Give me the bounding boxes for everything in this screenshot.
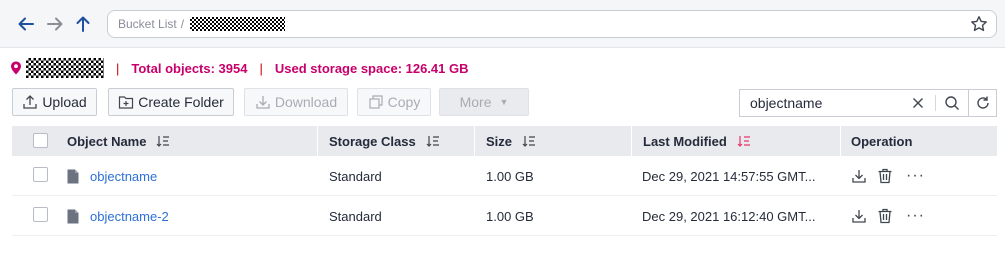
trash-icon [878,168,892,184]
download-icon [852,210,866,223]
object-name-link[interactable]: objectname-2 [67,196,169,236]
sort-icon[interactable] [522,135,536,147]
arrow-right-icon [47,17,63,31]
used-storage: Used storage space: 126.41 GB [274,60,469,76]
forward-button[interactable] [45,13,65,35]
breadcrumb-separator: / [180,17,185,31]
breadcrumb-bucket-list[interactable]: Bucket List [118,17,177,31]
column-divider [631,126,632,156]
search-input[interactable] [740,90,900,116]
download-label: Download [274,94,338,110]
separator: | [116,60,120,76]
copy-button[interactable]: Copy [357,88,431,116]
object-name: objectname [90,168,158,184]
storage-class-cell: Standard [329,208,382,224]
create-folder-button[interactable]: Create Folder [108,88,234,116]
last-modified-cell: Dec 29, 2021 14:57:55 GMT... [642,168,816,184]
table-row: objectname Standard 1.00 GB Dec 29, 2021… [12,156,997,196]
column-label: Object Name [67,133,147,149]
column-divider [840,126,841,156]
size-cell: 1.00 GB [486,168,534,184]
create-folder-label: Create Folder [138,94,224,110]
download-icon [256,96,270,109]
row-operations: ··· [850,156,925,196]
search-icon[interactable] [944,95,960,111]
row-checkbox[interactable] [33,207,48,222]
download-button[interactable]: Download [244,88,348,116]
sort-icon[interactable] [426,135,440,147]
size-cell: 1.00 GB [486,208,534,224]
refresh-button[interactable] [969,89,997,117]
copy-label: Copy [387,94,421,110]
star-icon[interactable] [970,15,988,33]
column-divider [317,126,318,156]
back-button[interactable] [16,13,36,35]
redacted-bucket-name [26,58,104,78]
arrow-left-icon [18,17,34,31]
table-row: objectname-2 Standard 1.00 GB Dec 29, 20… [12,196,997,236]
add-folder-icon [119,96,134,109]
column-object-name: Object Name [67,126,170,156]
row-operations: ··· [850,196,925,236]
separator: | [259,60,263,76]
search-box [739,89,969,117]
upload-label: Upload [42,94,87,110]
bucket-summary: | Total objects: 3954 | Used storage spa… [10,57,469,79]
storage-class-cell: Standard [329,168,382,184]
download-button[interactable] [850,167,868,185]
last-modified-cell: Dec 29, 2021 16:12:40 GMT... [642,208,816,224]
sort-icon[interactable] [156,135,170,147]
redacted-bucket-name [190,17,286,31]
column-divider [474,126,475,156]
clear-icon[interactable] [910,95,926,111]
refresh-icon [976,96,989,109]
column-label: Operation [851,133,913,149]
address-bar[interactable]: Bucket List / [107,10,997,38]
file-icon [67,169,79,183]
chevron-down-icon: ▼ [499,97,509,107]
table-header: Object Name Storage Class Size Last Modi… [12,126,997,156]
download-icon [852,170,866,183]
column-storage-class: Storage Class [329,126,440,156]
more-options-icon[interactable]: ··· [906,207,925,225]
column-size: Size [486,126,536,156]
column-label: Storage Class [329,133,416,149]
sort-active-icon[interactable] [737,135,751,147]
divider [935,95,936,111]
more-options-icon[interactable]: ··· [906,167,925,185]
select-all-checkbox[interactable] [33,133,48,148]
up-button[interactable] [73,13,93,35]
arrow-up-icon [76,16,90,32]
location-pin-icon [11,61,21,75]
upload-icon [23,95,37,109]
column-last-modified: Last Modified [643,126,751,156]
upload-button[interactable]: Upload [12,88,97,116]
more-dropdown[interactable]: More ▼ [439,88,529,116]
object-name-link[interactable]: objectname [67,156,157,196]
total-objects: Total objects: 3954 [131,60,248,76]
row-checkbox[interactable] [33,167,48,182]
object-name: objectname-2 [90,208,169,224]
file-icon [67,209,79,223]
copy-icon [369,95,383,109]
trash-icon [878,208,892,224]
column-label: Size [486,133,513,149]
delete-button[interactable] [876,167,894,185]
download-button[interactable] [850,207,868,225]
more-label: More [459,94,492,110]
delete-button[interactable] [876,207,894,225]
column-label: Last Modified [643,133,727,149]
navigation-bar: Bucket List / [0,0,1005,48]
column-operation: Operation [851,126,912,156]
